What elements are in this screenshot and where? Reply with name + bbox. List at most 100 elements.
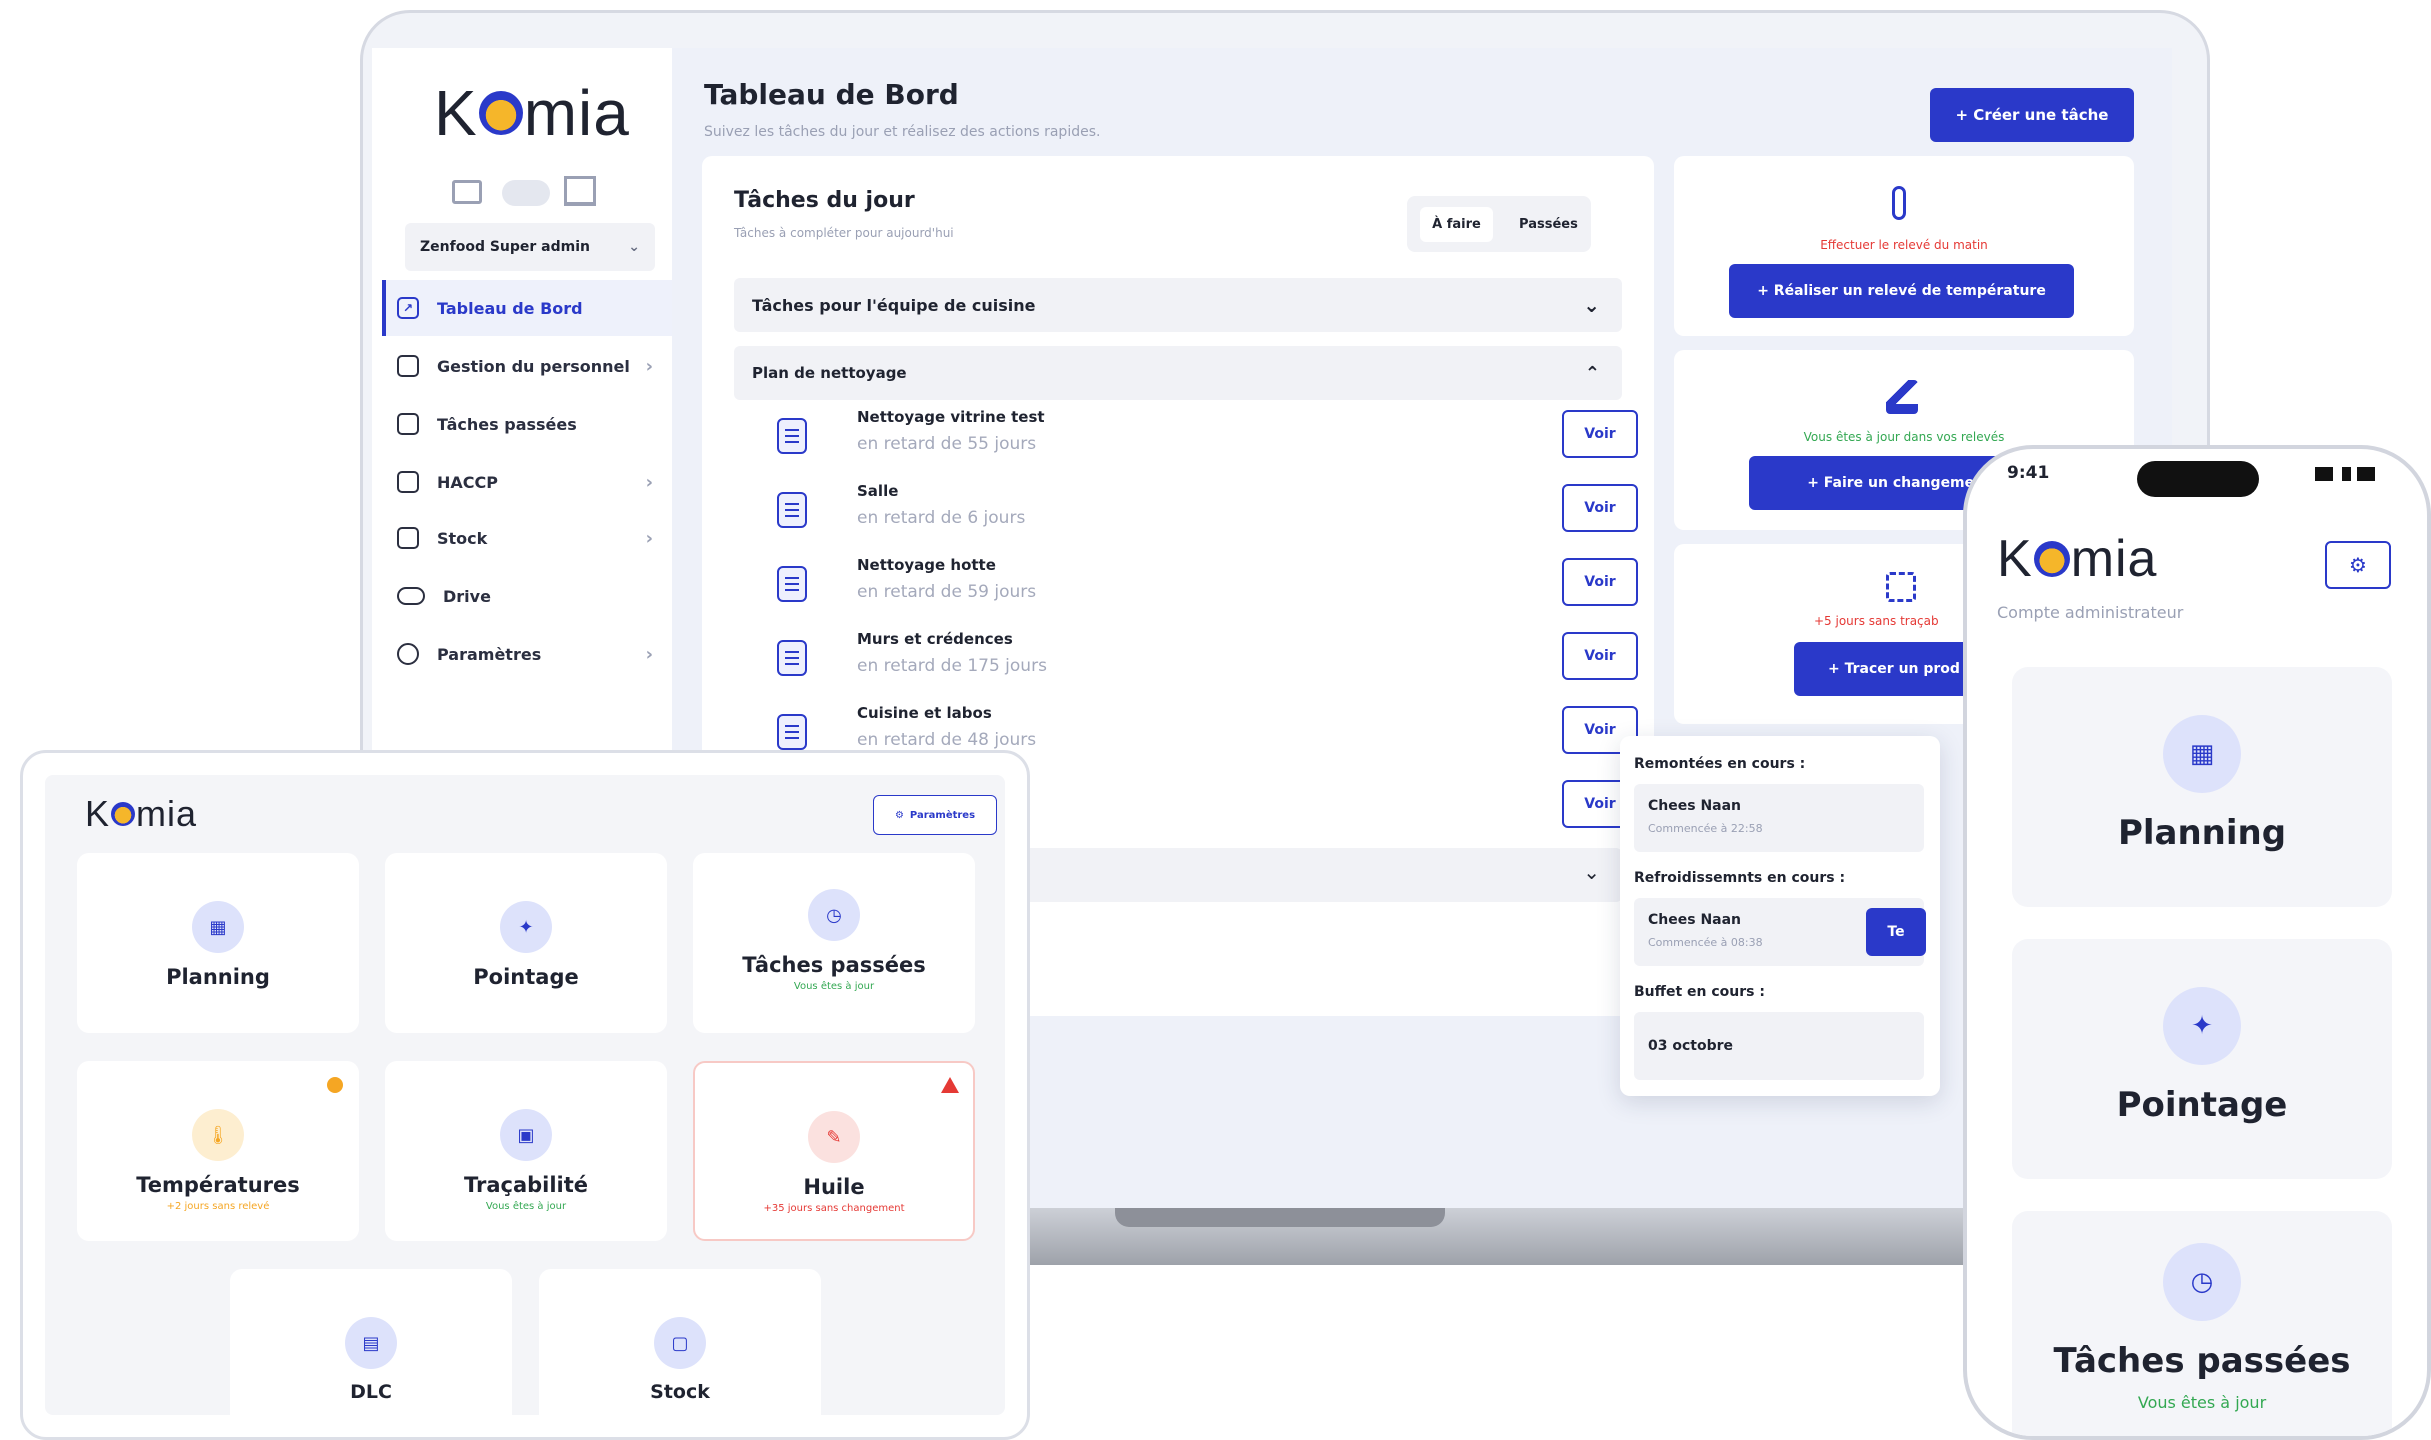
group-kitchen[interactable]: Tâches pour l'équipe de cuisine ⌄ [734, 278, 1622, 332]
group-cleaning-label: Plan de nettoyage [752, 364, 907, 382]
task-status: en retard de 48 jours [857, 730, 1037, 750]
tasks-subtitle: Tâches à compléter pour aujourd'hui [734, 226, 954, 240]
document-icon [777, 640, 807, 676]
buffet-label: Buffet en cours : [1634, 984, 1765, 1000]
finish-button[interactable]: Te [1866, 908, 1926, 956]
temperature-button[interactable]: + Réaliser un relevé de température [1729, 264, 2074, 318]
sidebar-item-label: Gestion du personnel [437, 356, 630, 376]
task-status: en retard de 6 jours [857, 508, 1026, 528]
tile-label: Tâches passées [2053, 1341, 2351, 1381]
sidebar-item-label: Tableau de Bord [437, 298, 583, 318]
brush-icon: ✎ [808, 1111, 860, 1163]
sidebar-item-parametres[interactable]: Paramètres › [397, 630, 667, 678]
task-status: en retard de 175 jours [857, 656, 1047, 676]
brush-icon [1886, 380, 1918, 414]
tile-label: Huile [803, 1175, 865, 1199]
sidebar-item-drive[interactable]: Drive [397, 572, 667, 620]
process-time: Commencée à 22:58 [1648, 822, 1763, 835]
tile-label: Planning [166, 965, 270, 989]
account-selector[interactable]: Zenfood Super admin ⌄ [405, 223, 655, 271]
task-title: Murs et crédences [857, 630, 1013, 648]
sidebar-item-stock[interactable]: Stock › [397, 514, 667, 562]
tile-planning[interactable]: ▦ Planning [2012, 667, 2392, 907]
sidebar-item-haccp[interactable]: HACCP › [397, 458, 667, 506]
tile-label: Planning [2117, 813, 2287, 853]
settings-button[interactable]: ⚙ [2325, 541, 2391, 589]
calendar-icon: ▦ [192, 901, 244, 953]
phone-frame: 9:41 Kmia ⚙ Compte administrateur ▦ Plan… [1963, 445, 2431, 1440]
voir-button[interactable]: Voir [1562, 410, 1638, 458]
group-cleaning[interactable]: Plan de nettoyage ⌃ [734, 346, 1622, 400]
remontees-item[interactable]: Chees Naan Commencée à 22:58 [1634, 784, 1924, 852]
settings-label: Paramètres [909, 809, 976, 821]
tile-pointage[interactable]: ✦ Pointage [385, 853, 667, 1033]
tile-label: Pointage [473, 965, 579, 989]
chevron-right-icon: › [645, 471, 653, 493]
thermometer-icon [1892, 186, 1906, 220]
gear-icon: ⚙ [2349, 553, 2367, 577]
task-title: Salle [857, 482, 899, 500]
sidebar-item-label: Stock [437, 528, 488, 548]
task-row: Salle en retard de 6 jours Voir [742, 474, 1638, 546]
running-processes-popup: Remontées en cours : Chees Naan Commencé… [1620, 736, 1940, 1096]
tile-dlc[interactable]: ▤ DLC [230, 1269, 512, 1415]
settings-button[interactable]: ⚙ Paramètres [873, 795, 997, 835]
brand-logo: Kmia [1997, 530, 2158, 588]
tab-passees[interactable]: Passées [1519, 217, 1578, 232]
sidebar-item-label: Tâches passées [437, 414, 577, 434]
tile-label: Tâches passées [742, 953, 926, 977]
status-time: 9:41 [2007, 463, 2050, 483]
create-task-button[interactable]: + Créer une tâche [1930, 88, 2134, 142]
page-subtitle: Suivez les tâches du jour et réalisez de… [704, 124, 1101, 140]
tile-taches-passees[interactable]: ◷ Tâches passées Vous êtes à jour [2012, 1211, 2392, 1436]
sidebar-item-taches-passees[interactable]: Tâches passées [397, 400, 667, 448]
group-kitchen-label: Tâches pour l'équipe de cuisine [752, 295, 1036, 315]
chevron-right-icon: › [645, 355, 653, 377]
traceability-status: +5 jours sans traçab [1814, 614, 1939, 628]
mode-toggle[interactable] [502, 180, 550, 206]
sidebar-item-tableau-de-bord[interactable]: ↗ Tableau de Bord [397, 284, 667, 332]
sidebar-item-label: Drive [443, 586, 491, 606]
voir-button[interactable]: Voir [1562, 558, 1638, 606]
clock-icon: ◷ [808, 889, 860, 941]
tile-status: +35 jours sans changement [763, 1203, 905, 1214]
process-name: Chees Naan [1648, 798, 1742, 814]
tile-stock[interactable]: ▢ Stock [539, 1269, 821, 1415]
sidebar-item-gestion-du-personnel[interactable]: Gestion du personnel › [397, 342, 667, 390]
scan-icon [1886, 572, 1916, 602]
tile-label: DLC [350, 1381, 392, 1403]
dynamic-island [2137, 461, 2259, 497]
chevron-up-icon: ⌃ [1584, 362, 1600, 384]
remontees-label: Remontées en cours : [1634, 756, 1806, 772]
tab-a-faire[interactable]: À faire [1420, 206, 1493, 242]
tile-tracabilite[interactable]: ▣ Traçabilité Vous êtes à jour [385, 1061, 667, 1241]
clock-icon: ◷ [2163, 1243, 2241, 1321]
tile-temperatures[interactable]: 🌡 Températures +2 jours sans relevé [77, 1061, 359, 1241]
store-icon [452, 180, 482, 204]
temperature-status: Effectuer le relevé du matin [1820, 238, 1988, 252]
voir-button[interactable]: Voir [1562, 632, 1638, 680]
chevron-down-icon: ⌄ [1583, 860, 1600, 884]
process-name: Chees Naan [1648, 912, 1742, 928]
tile-planning[interactable]: ▦ Planning [77, 853, 359, 1033]
voir-button[interactable]: Voir [1562, 484, 1638, 532]
task-title: Nettoyage hotte [857, 556, 996, 574]
refroid-item[interactable]: Chees Naan Commencée à 08:38 Te [1634, 898, 1926, 966]
calendar-icon [397, 355, 419, 377]
tile-label: Traçabilité [463, 1173, 589, 1197]
task-status: en retard de 59 jours [857, 582, 1037, 602]
sidebar-item-label: Paramètres [437, 644, 542, 664]
tile-pointage[interactable]: ✦ Pointage [2012, 939, 2392, 1179]
tablet-screen: Kmia ⚙ Paramètres ▦ Planning ✦ Pointage … [45, 775, 1005, 1415]
tile-label: Pointage [2116, 1085, 2288, 1125]
tasks-title: Tâches du jour [734, 188, 915, 213]
tablet-frame: Kmia ⚙ Paramètres ▦ Planning ✦ Pointage … [20, 750, 1030, 1440]
tag-icon: ▣ [500, 1109, 552, 1161]
tile-taches-passees[interactable]: ◷ Tâches passées Vous êtes à jour [693, 853, 975, 1033]
tasks-tabs: À faire Passées [1407, 196, 1591, 252]
tile-huile[interactable]: ✎ Huile +35 jours sans changement [693, 1061, 975, 1241]
gear-icon [397, 643, 419, 665]
oil-status: Vous êtes à jour dans vos relevés [1803, 430, 2005, 444]
chevron-down-icon: ⌄ [1583, 293, 1600, 317]
buffet-item[interactable]: 03 octobre [1634, 1012, 1924, 1080]
